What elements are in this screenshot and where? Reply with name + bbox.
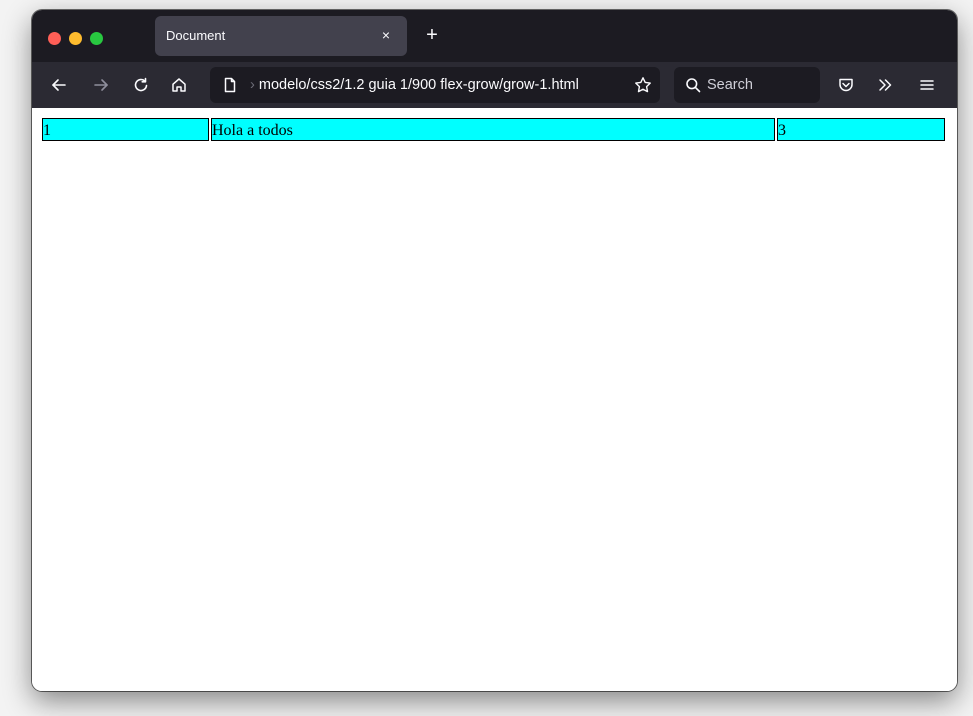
back-arrow-icon[interactable] (48, 74, 70, 96)
home-icon[interactable] (168, 74, 190, 96)
close-tab-icon[interactable]: × (377, 26, 395, 44)
search-bar[interactable]: Search (674, 67, 820, 103)
browser-window: Document × + › modelo/css2/1.2 guia 1/90… (32, 10, 957, 691)
reload-icon[interactable] (130, 74, 152, 96)
new-tab-icon[interactable]: + (421, 24, 443, 46)
window-close-button[interactable] (48, 32, 61, 45)
window-maximize-button[interactable] (90, 32, 103, 45)
url-text[interactable]: › modelo/css2/1.2 guia 1/900 flex-grow/g… (250, 77, 622, 93)
menu-icon[interactable] (916, 74, 938, 96)
flex-container: 1 Hola a todos 3 (42, 118, 945, 141)
flex-item-3: 3 (777, 118, 945, 141)
flex-item-1: 1 (42, 118, 209, 141)
bookmark-star-icon[interactable] (633, 75, 653, 95)
address-bar[interactable]: › modelo/css2/1.2 guia 1/900 flex-grow/g… (210, 67, 660, 103)
pocket-icon[interactable] (835, 74, 857, 96)
search-icon (684, 76, 702, 94)
navigation-toolbar: › modelo/css2/1.2 guia 1/900 flex-grow/g… (32, 62, 957, 108)
window-minimize-button[interactable] (69, 32, 82, 45)
forward-arrow-icon (90, 74, 112, 96)
url-prefix: › (250, 77, 255, 93)
overflow-chevrons-icon[interactable] (874, 74, 896, 96)
page-content: 1 Hola a todos 3 (32, 108, 957, 691)
flex-item-2: Hola a todos (211, 118, 775, 141)
tab-title: Document (166, 28, 226, 43)
tab-document[interactable]: Document × (155, 16, 407, 56)
search-placeholder: Search (707, 77, 753, 93)
tab-strip: Document × + (32, 10, 957, 62)
url-value: modelo/css2/1.2 guia 1/900 flex-grow/gro… (258, 77, 579, 93)
page-icon (220, 75, 240, 95)
